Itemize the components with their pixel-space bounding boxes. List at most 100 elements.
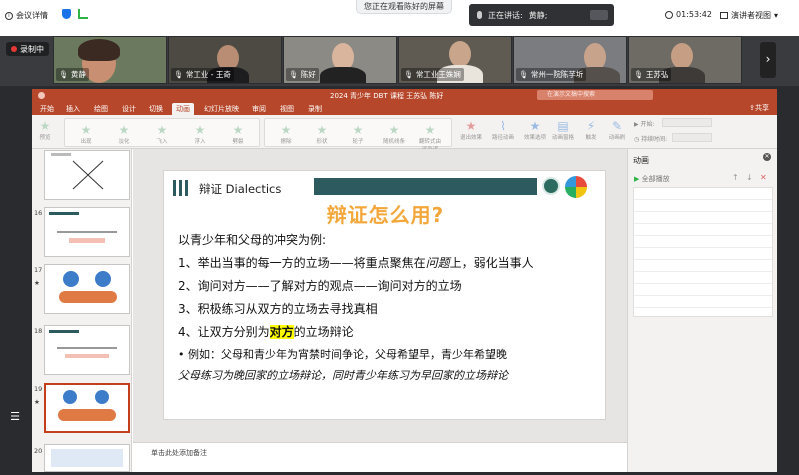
diagram-thumbnail <box>51 153 104 190</box>
effect-fade[interactable]: ★ 淡化 <box>111 123 137 149</box>
exit-effect-button[interactable]: ★ 退出效果 <box>458 119 484 145</box>
share-button[interactable]: ⇪共享 <box>749 103 769 113</box>
meeting-details-label: 会议详情 <box>16 11 48 20</box>
delete-icon[interactable]: ✕ <box>760 173 767 182</box>
preview-button[interactable]: ★ 预览 <box>34 119 56 145</box>
effect-wheel[interactable]: ★ 轮子 <box>345 123 371 149</box>
participant-name: 🎙 王苏弘 <box>631 68 672 81</box>
active-speaker-panel: 正在讲话: 黄静; <box>469 4 614 26</box>
animation-pane: 动画 ✕ ▶ 全部播放 ↑ ↓ ✕ <box>627 149 777 472</box>
tab-design[interactable]: 设计 <box>122 104 136 114</box>
search-input[interactable]: 在演示文稿中搜索 <box>537 90 653 100</box>
video-tile-6[interactable]: 🎙 王苏弘 <box>628 36 742 84</box>
video-tile-4[interactable]: 🎙 常工业王姝娴 <box>398 36 512 84</box>
recording-label: 录制中 <box>20 44 44 54</box>
mic-icon <box>477 11 482 19</box>
tab-draw[interactable]: 绘图 <box>94 104 108 114</box>
start-label: ▶ 开始: <box>634 121 655 128</box>
list-icon[interactable]: ☰ <box>8 410 22 424</box>
slide-thumbnail-selected[interactable] <box>44 383 130 433</box>
tab-record[interactable]: 录制 <box>308 104 322 114</box>
chevron-right-icon[interactable]: › <box>760 42 776 78</box>
slide-heading: 辩证怎么用? <box>326 203 445 227</box>
effect-appear[interactable]: ★ 出现 <box>73 123 99 149</box>
video-strip: 🎙 黄静 🎙 常工业 - 王奇 🎙 陈好 🎙 常工业王姝娴 🎙 常州一院陈芋圻 … <box>0 36 799 86</box>
participant-name: 🎙 常工业王姝娴 <box>401 68 464 81</box>
slide-thumbnail[interactable] <box>44 207 130 257</box>
speaker-name: 黄静; <box>528 10 548 20</box>
animation-painter-button[interactable]: ✎ 动画刷 <box>604 119 630 145</box>
video-tile-5[interactable]: 🎙 常州一院陈芋圻 <box>513 36 627 84</box>
effect-wipe[interactable]: ★ 擦除 <box>273 123 299 149</box>
grid-icon <box>720 12 728 19</box>
slide-thumbnail[interactable] <box>44 150 130 200</box>
slide-thumbnail[interactable] <box>44 444 130 472</box>
video-tile-3[interactable]: 🎙 陈好 <box>283 36 397 84</box>
tab-insert[interactable]: 插入 <box>66 104 80 114</box>
autosave-icon <box>38 92 45 99</box>
animation-pane-button[interactable]: ▤ 动画窗格 <box>550 119 576 145</box>
effect-grow-turn[interactable]: ★翻转式由远及近 <box>417 123 443 153</box>
arrow-down-icon[interactable]: ↓ <box>746 173 753 182</box>
slide-number: 19 <box>34 385 43 393</box>
participant-name: 🎙 黄静 <box>56 68 89 81</box>
timeline-thumbnail <box>49 330 117 358</box>
slide-thumbnail[interactable] <box>44 264 130 314</box>
slide-line-7: 父母练习为晚回家的立场辩论，同时青少年练习为早回家的立场辩论 <box>178 369 508 382</box>
slide-line-4: 3、积极练习从双方的立场去寻找真相 <box>178 302 378 316</box>
slide-number: 16 <box>34 209 43 217</box>
clock: 01:53:42 <box>665 10 712 19</box>
trigger-button[interactable]: ⚡ 触发 <box>578 119 604 145</box>
close-icon[interactable]: ✕ <box>763 153 771 161</box>
effect-shape[interactable]: ★ 形状 <box>309 123 335 149</box>
slide-editor: 辩证 Dialectics 辩证怎么用? 以青少年和父母的冲突为例: 1、举出当… <box>133 149 627 442</box>
slide-thumbnail[interactable] <box>44 325 130 375</box>
recording-badge[interactable]: 录制中 <box>6 42 49 56</box>
slide-line-1: 以青少年和父母的冲突为例: <box>178 233 327 247</box>
effect-float-in[interactable]: ★ 浮入 <box>187 123 213 149</box>
meeting-time: 01:53:42 <box>676 10 712 19</box>
notes-placeholder: 单击此处添加备注 <box>151 449 207 457</box>
slide-line-2: 1、举出当事的每一方的立场——将重点聚焦在问题上，弱化当事人 <box>178 256 534 270</box>
effect-options-button[interactable]: ★ 效果选项 <box>522 119 548 145</box>
effect-random-bars[interactable]: ★ 随机线条 <box>381 123 407 149</box>
video-tile-1[interactable]: 🎙 黄静 <box>53 36 167 84</box>
search-placeholder: 在演示文稿中搜索 <box>547 91 596 98</box>
view-mode-label: 演讲者视图 <box>731 11 771 20</box>
title-bars-decoration <box>173 180 195 196</box>
participant-name: 🎙 陈好 <box>286 68 319 81</box>
meeting-topbar: i 会议详情 您正在观看陈好的屏幕 正在讲话: 黄静; 01:53:42 演讲者… <box>0 0 799 36</box>
clock-icon <box>665 10 673 19</box>
ppt-titlebar: 2024 青少年 DBT 课程 王苏弘 陈好 在演示文稿中搜索 <box>32 89 777 102</box>
animations-ribbon: ★ 预览 ★ 出现 ★ 淡化 ★ 飞入 ★ 浮入 ★ 劈裂 ★ 擦除 ★ 形状 ★ 轮子 ★ 随机线… <box>32 115 777 153</box>
tab-slideshow[interactable]: 幻灯片放映 <box>204 104 239 114</box>
start-select[interactable] <box>662 118 712 127</box>
effects-gallery-2: ★擦除 ★形状 ★轮子 ★随机线条 ★翻转式由远及近 <box>264 118 452 153</box>
signal-icon <box>78 9 88 19</box>
notes-pane[interactable]: 单击此处添加备注 <box>133 442 627 472</box>
info-icon: i <box>5 11 13 20</box>
play-all-button[interactable]: ▶ 全部播放 <box>634 174 670 184</box>
tab-review[interactable]: 审阅 <box>252 104 266 114</box>
animation-list[interactable] <box>633 187 773 317</box>
participant-name: 🎙 常工业 - 王奇 <box>171 68 234 81</box>
video-tile-2[interactable]: 🎙 常工业 - 王奇 <box>168 36 282 84</box>
arrow-up-icon[interactable]: ↑ <box>732 173 739 182</box>
shield-icon <box>62 9 71 19</box>
slide-number: 18 <box>34 327 43 335</box>
tab-view[interactable]: 视图 <box>280 104 294 114</box>
audio-wave-icon <box>590 10 608 20</box>
document-title: 2024 青少年 DBT 课程 王苏弘 陈好 <box>330 92 444 100</box>
motion-path-button[interactable]: ⌇ 路径动画 <box>490 119 516 145</box>
duration-input[interactable] <box>672 133 712 142</box>
view-mode-button[interactable]: 演讲者视图 ▾ <box>720 10 778 21</box>
participant-name: 🎙 常州一院陈芋圻 <box>516 68 587 81</box>
tab-home[interactable]: 开始 <box>40 104 54 114</box>
chevron-down-icon: ▾ <box>774 11 779 20</box>
effect-split[interactable]: ★ 劈裂 <box>225 123 251 149</box>
effect-fly-in[interactable]: ★ 飞入 <box>149 123 175 149</box>
current-slide[interactable]: 辩证 Dialectics 辩证怎么用? 以青少年和父母的冲突为例: 1、举出当… <box>163 170 606 420</box>
meeting-details-button[interactable]: i 会议详情 <box>5 10 48 21</box>
speaker-label: 正在讲话: <box>488 10 523 20</box>
tab-transitions[interactable]: 切换 <box>149 104 163 114</box>
